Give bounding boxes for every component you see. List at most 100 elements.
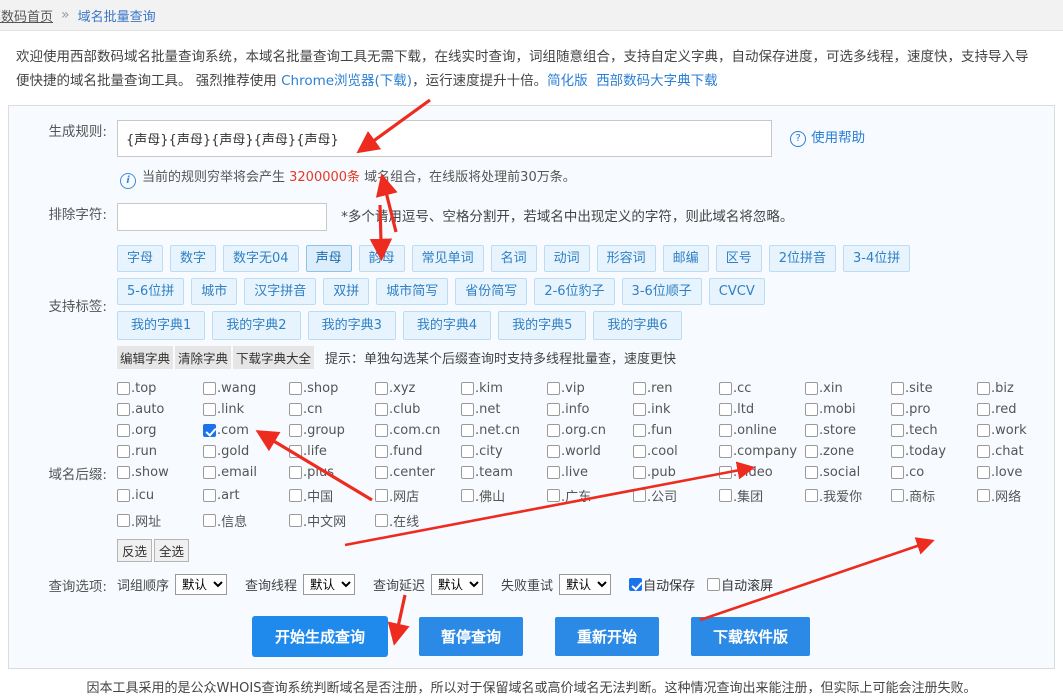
tag-button-9[interactable]: 邮编 bbox=[662, 245, 709, 272]
suffix-option-tech[interactable]: .tech bbox=[891, 423, 977, 438]
suffix-option-wang[interactable]: .wang bbox=[203, 381, 289, 396]
suffix-checkbox[interactable] bbox=[117, 403, 130, 416]
checkbox[interactable] bbox=[629, 578, 643, 591]
suffix-option-world[interactable]: .world bbox=[547, 444, 633, 459]
exclude-chars-input[interactable] bbox=[117, 203, 327, 231]
dictionary-action-0[interactable]: 编辑字典 bbox=[117, 346, 174, 369]
suffix-option-online[interactable]: .online bbox=[719, 423, 805, 438]
suffix-option-plus[interactable]: .plus bbox=[289, 465, 375, 480]
suffix-option-company[interactable]: .company bbox=[719, 444, 805, 459]
tag-button-r2-0[interactable]: 5-6位拼 bbox=[117, 278, 185, 305]
suffix-checkbox[interactable] bbox=[203, 489, 216, 502]
suffix-checkbox[interactable] bbox=[547, 445, 560, 458]
suffix-checkbox[interactable] bbox=[203, 424, 216, 437]
suffix-checkbox[interactable] bbox=[375, 403, 388, 416]
suffix-checkbox[interactable] bbox=[289, 489, 302, 502]
tag-button-3[interactable]: 声母 bbox=[305, 245, 352, 272]
dictionary-action-2[interactable]: 下载字典大全 bbox=[233, 346, 315, 369]
suffix-option-cc[interactable]: .cc bbox=[719, 381, 805, 396]
suffix-option-xin[interactable]: .xin bbox=[805, 381, 891, 396]
usage-help-link[interactable]: ? 使用帮助 bbox=[790, 120, 865, 157]
suffix-checkbox[interactable] bbox=[891, 466, 904, 479]
suffix-checkbox[interactable] bbox=[461, 382, 474, 395]
suffix-option-ink[interactable]: .ink bbox=[633, 402, 719, 417]
suffix-checkbox[interactable] bbox=[805, 489, 818, 502]
suffix-checkbox[interactable] bbox=[805, 382, 818, 395]
suffix-option-icu[interactable]: .icu bbox=[117, 486, 203, 505]
suffix-option-vip[interactable]: .vip bbox=[547, 381, 633, 396]
suffix-checkbox[interactable] bbox=[289, 514, 302, 527]
suffix-checkbox[interactable] bbox=[375, 466, 388, 479]
suffix-checkbox[interactable] bbox=[977, 403, 990, 416]
suffix-checkbox[interactable] bbox=[977, 424, 990, 437]
suffix-checkbox[interactable] bbox=[891, 382, 904, 395]
query-option-select-3[interactable]: 默认 bbox=[559, 574, 612, 595]
suffix-checkbox[interactable] bbox=[117, 514, 130, 527]
simple-version-link[interactable]: 简化版 bbox=[547, 73, 588, 89]
suffix-option-pro[interactable]: .pro bbox=[891, 402, 977, 417]
suffix-option-netcn[interactable]: .net.cn bbox=[461, 423, 547, 438]
suffix-option-club[interactable]: .club bbox=[375, 402, 461, 417]
suffix-checkbox[interactable] bbox=[203, 514, 216, 527]
checkbox[interactable] bbox=[707, 578, 721, 591]
suffix-option-我爱你[interactable]: .我爱你 bbox=[805, 486, 891, 505]
generation-rule-input[interactable] bbox=[117, 120, 772, 157]
dictionary-button-2[interactable]: 我的字典3 bbox=[307, 311, 396, 340]
dictionary-button-5[interactable]: 我的字典6 bbox=[593, 311, 682, 340]
suffix-checkbox[interactable] bbox=[117, 466, 130, 479]
suffix-option-red[interactable]: .red bbox=[977, 402, 1063, 417]
chrome-download-link[interactable]: Chrome浏览器(下载) bbox=[281, 73, 412, 89]
suffix-option-网址[interactable]: .网址 bbox=[117, 511, 203, 530]
suffix-option-art[interactable]: .art bbox=[203, 486, 289, 505]
suffix-option-商标[interactable]: .商标 bbox=[891, 486, 977, 505]
suffix-option-comcn[interactable]: .com.cn bbox=[375, 423, 461, 438]
suffix-option-佛山[interactable]: .佛山 bbox=[461, 486, 547, 505]
select-button-1[interactable]: 全选 bbox=[154, 539, 190, 562]
suffix-checkbox[interactable] bbox=[117, 445, 130, 458]
action-button-2[interactable]: 重新开始 bbox=[555, 617, 660, 656]
dictionary-button-1[interactable]: 我的字典2 bbox=[212, 311, 301, 340]
tag-button-r2-1[interactable]: 城市 bbox=[191, 278, 238, 305]
suffix-option-love[interactable]: .love bbox=[977, 465, 1063, 480]
tag-button-r2-7[interactable]: 3-6位顺子 bbox=[621, 278, 702, 305]
suffix-option-org[interactable]: .org bbox=[117, 423, 203, 438]
suffix-option-center[interactable]: .center bbox=[375, 465, 461, 480]
suffix-checkbox[interactable] bbox=[547, 382, 560, 395]
suffix-checkbox[interactable] bbox=[375, 382, 388, 395]
breadcrumb-home-link[interactable]: 部数码首页 bbox=[0, 6, 53, 25]
tag-button-5[interactable]: 常见单词 bbox=[411, 245, 484, 272]
suffix-checkbox[interactable] bbox=[547, 489, 560, 502]
suffix-option-广东[interactable]: .广东 bbox=[547, 486, 633, 505]
action-button-3[interactable]: 下载软件版 bbox=[691, 617, 811, 656]
action-button-1[interactable]: 暂停查询 bbox=[418, 617, 523, 656]
tag-button-r2-8[interactable]: CVCV bbox=[708, 278, 765, 305]
suffix-checkbox[interactable] bbox=[805, 424, 818, 437]
suffix-checkbox[interactable] bbox=[977, 466, 990, 479]
suffix-checkbox[interactable] bbox=[289, 466, 302, 479]
suffix-option-中文网[interactable]: .中文网 bbox=[289, 511, 375, 530]
suffix-option-auto[interactable]: .auto bbox=[117, 402, 203, 417]
suffix-option-fund[interactable]: .fund bbox=[375, 444, 461, 459]
suffix-option-公司[interactable]: .公司 bbox=[633, 486, 719, 505]
suffix-checkbox[interactable] bbox=[203, 403, 216, 416]
suffix-option-info[interactable]: .info bbox=[547, 402, 633, 417]
suffix-checkbox[interactable] bbox=[547, 403, 560, 416]
action-button-0[interactable]: 开始生成查询 bbox=[252, 617, 387, 656]
suffix-checkbox[interactable] bbox=[117, 489, 130, 502]
suffix-checkbox[interactable] bbox=[633, 424, 646, 437]
suffix-checkbox[interactable] bbox=[891, 489, 904, 502]
suffix-option-link[interactable]: .link bbox=[203, 402, 289, 417]
suffix-checkbox[interactable] bbox=[289, 445, 302, 458]
tag-button-11[interactable]: 2位拼音 bbox=[768, 245, 836, 272]
dictionary-button-0[interactable]: 我的字典1 bbox=[117, 311, 206, 340]
suffix-checkbox[interactable] bbox=[547, 424, 560, 437]
suffix-checkbox[interactable] bbox=[547, 466, 560, 479]
suffix-option-store[interactable]: .store bbox=[805, 423, 891, 438]
suffix-option-city[interactable]: .city bbox=[461, 444, 547, 459]
suffix-checkbox[interactable] bbox=[977, 445, 990, 458]
suffix-checkbox[interactable] bbox=[977, 382, 990, 395]
suffix-checkbox[interactable] bbox=[461, 403, 474, 416]
tag-button-r2-4[interactable]: 城市简写 bbox=[376, 278, 449, 305]
query-option-select-0[interactable]: 默认 bbox=[175, 574, 228, 595]
suffix-option-top[interactable]: .top bbox=[117, 381, 203, 396]
